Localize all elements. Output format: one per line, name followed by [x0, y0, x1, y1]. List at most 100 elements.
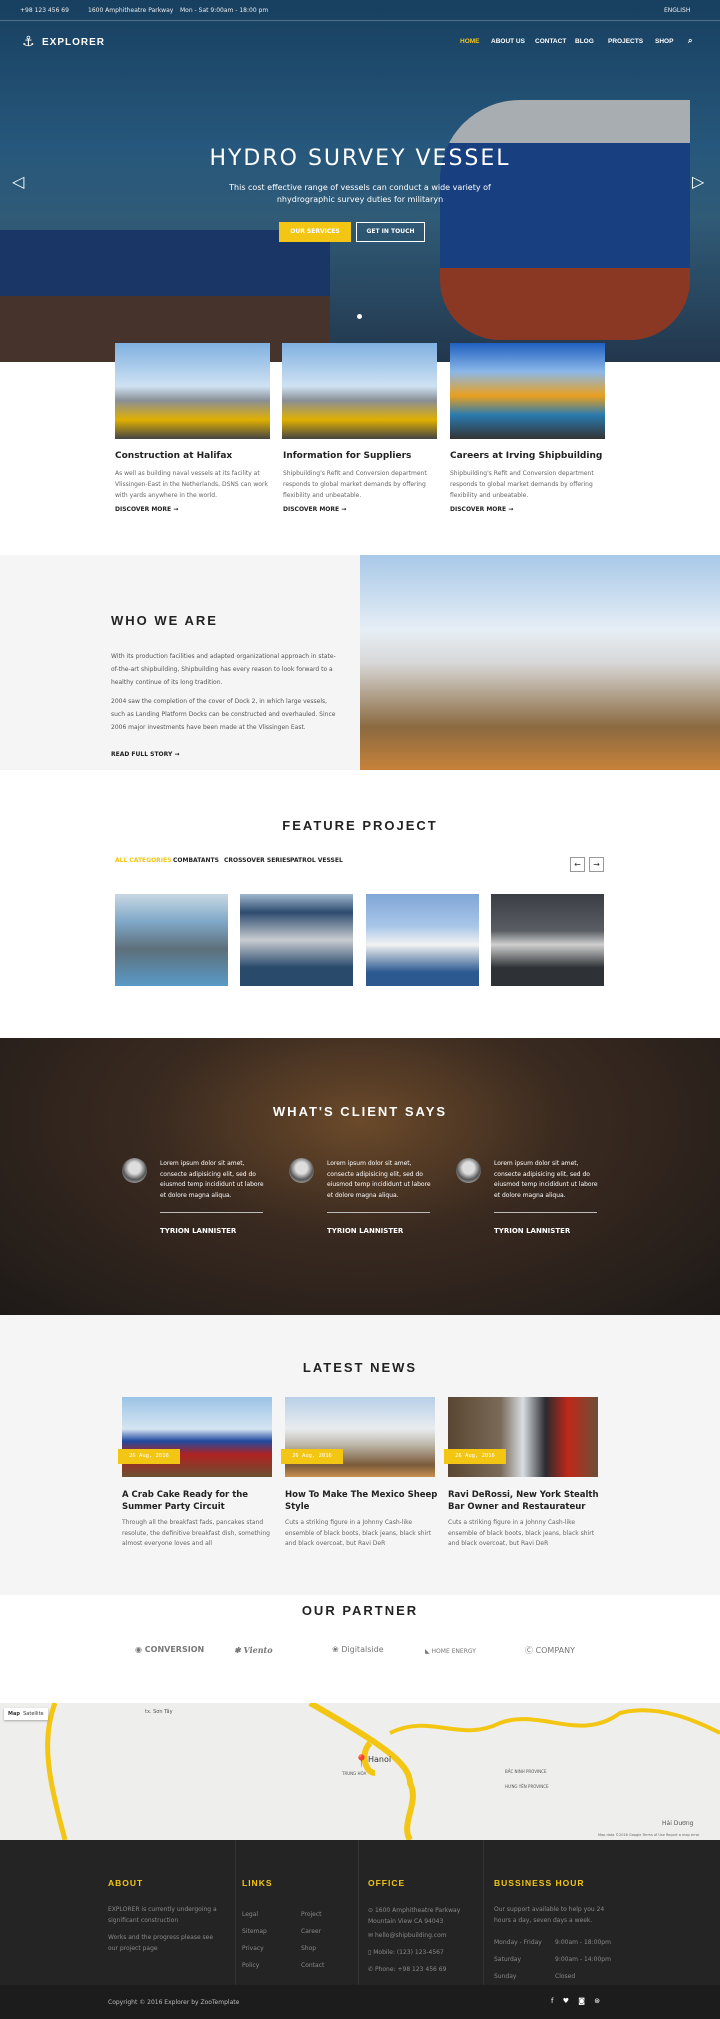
service-text: Shipbuilding's Refit and Conversion depa… — [450, 470, 594, 499]
about-paragraph: 2004 saw the completion of the cover of … — [111, 698, 336, 731]
footer-links-col1: Legal Sitemap Privacy Policy — [242, 1906, 267, 1974]
twitter-icon[interactable]: ♥ — [563, 1997, 569, 2005]
avatar — [456, 1158, 481, 1183]
project-image[interactable] — [115, 894, 228, 986]
service-image — [282, 343, 437, 439]
about-paragraph: With its production facilities and adapt… — [111, 653, 336, 686]
testimonial-name: TYRION LANNISTER — [494, 1227, 571, 1235]
tab-crossover-series[interactable]: CROSSOVER SERIES — [224, 857, 291, 864]
instagram-icon[interactable]: ◙ — [578, 1997, 585, 2005]
slide-dot[interactable] — [357, 314, 362, 319]
map-pin-icon[interactable]: 📍 — [354, 1754, 369, 1768]
footer-link[interactable]: Career — [301, 1923, 324, 1940]
footer-address: ⊙ 1600 Amphitheatre Parkway Mountain Vie… — [368, 1907, 461, 1925]
divider — [494, 1212, 597, 1213]
news-image[interactable] — [448, 1397, 598, 1477]
footer-phone: ✆ Phone: +98 123 456 69 — [368, 1966, 447, 1973]
tab-combatants[interactable]: COMBATANTS — [173, 857, 219, 864]
prev-slide-icon[interactable]: ◁ — [12, 172, 24, 191]
footer-link[interactable]: Sitemap — [242, 1923, 267, 1940]
news-excerpt: Cuts a striking figure in a Johnny Cash-… — [448, 1519, 595, 1547]
hero-slider: +98 123 456 69 1600 Amphitheatre Parkway… — [0, 0, 720, 362]
projects-title: FEATURE PROJECT — [282, 818, 438, 833]
footer-hours-title: BUSSINESS HOUR — [494, 1878, 585, 1888]
hours-days: Monday - Friday Saturday Sunday — [494, 1939, 542, 1980]
footer-link[interactable]: Contact — [301, 1957, 324, 1974]
discover-more-link[interactable]: DISCOVER MORE → — [115, 506, 178, 513]
footer-mobile: ▯ Mobile: (123) 123-4567 — [368, 1949, 444, 1956]
project-image[interactable] — [366, 894, 479, 986]
service-text: Shipbuilding's Refit and Conversion depa… — [283, 470, 427, 499]
footer-office-title: OFFICE — [368, 1878, 406, 1888]
get-in-touch-button[interactable]: GET IN TOUCH — [356, 222, 425, 242]
our-services-button[interactable]: OUR SERVICES — [279, 222, 351, 242]
map-attribution[interactable]: Map data ©2016 Google Terms of Use Repor… — [598, 1833, 699, 1837]
footer-links-col2: Project Career Shop Contact — [301, 1906, 324, 1974]
service-title: Careers at Irving Shipbuilding — [450, 451, 603, 461]
discover-more-link[interactable]: DISCOVER MORE → — [283, 506, 346, 513]
project-image[interactable] — [240, 894, 353, 986]
nav-shop[interactable]: SHOP — [655, 38, 673, 45]
copyright: Copyright © 2016 Explorer by ZooTemplate — [108, 1999, 240, 2006]
testimonial-name: TYRION LANNISTER — [327, 1227, 404, 1235]
main-nav: ⚓ EXPLORER HOME ABOUT US CONTACT BLOG PR… — [0, 34, 720, 54]
hero-title: HYDRO SURVEY VESSEL — [209, 146, 511, 171]
news-image[interactable] — [285, 1397, 435, 1477]
project-image[interactable] — [491, 894, 604, 986]
about-title: WHO WE ARE — [111, 613, 218, 628]
logo[interactable]: EXPLORER — [42, 37, 105, 48]
prev-arrow-button[interactable]: ← — [570, 857, 585, 872]
phone: +98 123 456 69 — [20, 7, 69, 14]
partner-logo-viento[interactable]: ✱ Viento — [234, 1645, 273, 1655]
testimonial-name: TYRION LANNISTER — [160, 1227, 237, 1235]
news-image[interactable] — [122, 1397, 272, 1477]
language-select[interactable]: ENGLISH — [664, 7, 690, 14]
service-image — [115, 343, 270, 439]
news-date: 26 Aug, 2016 — [444, 1449, 506, 1464]
nav-about[interactable]: ABOUT US — [491, 38, 525, 45]
search-icon[interactable]: ⌕ — [688, 36, 692, 46]
news-headline[interactable]: A Crab Cake Ready for the Summer Party C… — [122, 1489, 277, 1513]
tab-all-categories[interactable]: ALL CATEGORIES — [115, 857, 171, 864]
footer-link[interactable]: Privacy — [242, 1940, 267, 1957]
facebook-icon[interactable]: f — [551, 1997, 553, 2005]
map-label: HƯNG YÊN PROVINCE — [505, 1784, 549, 1789]
service-image — [450, 343, 605, 439]
anchor-logo-icon: ⚓ — [22, 34, 35, 50]
news-headline[interactable]: How To Make The Mexico Sheep Style — [285, 1489, 440, 1513]
footer-link[interactable]: Project — [301, 1906, 324, 1923]
dribbble-icon[interactable]: ⊛ — [594, 1997, 600, 2005]
service-text: As well as building naval vessels at its… — [115, 470, 268, 499]
footer-about-text: EXPLORER is currently undergoing a signi… — [108, 1906, 217, 1924]
footer-link[interactable]: Policy — [242, 1957, 267, 1974]
testimonial-text: Lorem ipsum dolor sit amet, consecte adi… — [494, 1160, 598, 1199]
read-full-story-link[interactable]: READ FULL STORY → — [111, 751, 179, 758]
nav-blog[interactable]: BLOG — [575, 38, 594, 45]
map[interactable]: Map Satellite tx. Sơn Tây 📍 Hanoi TRUNG … — [0, 1703, 720, 1840]
discover-more-link[interactable]: DISCOVER MORE → — [450, 506, 513, 513]
partner-logo-company[interactable]: Ⓒ COMPANY — [525, 1645, 575, 1656]
nav-contact[interactable]: CONTACT — [535, 38, 566, 45]
map-city-label: Hanoi — [368, 1755, 392, 1764]
map-label: tx. Sơn Tây — [145, 1709, 173, 1715]
partner-logo-home-energy[interactable]: ◣ HOME ENERGY — [425, 1648, 476, 1655]
service-title: Construction at Halifax — [115, 451, 233, 461]
news-headline[interactable]: Ravi DeRossi, New York Stealth Bar Owner… — [448, 1489, 603, 1513]
footer-link[interactable]: Legal — [242, 1906, 267, 1923]
tab-patrol-vessel[interactable]: PATROL VESSEL — [290, 857, 343, 864]
nav-projects[interactable]: PROJECTS — [608, 38, 643, 45]
next-slide-icon[interactable]: ▷ — [692, 172, 704, 191]
news-excerpt: Through all the breakfast fads, pancakes… — [122, 1519, 270, 1547]
partner-logo-digitalside[interactable]: ❀ Digitalside — [332, 1645, 384, 1654]
footer-link[interactable]: Shop — [301, 1940, 324, 1957]
footer-hours-text: Our support available to help you 24 hou… — [494, 1906, 605, 1924]
nav-home[interactable]: HOME — [460, 38, 480, 45]
map-type-control[interactable]: Map Satellite — [4, 1708, 48, 1720]
partner-logo-conversion[interactable]: ◉ CONVERSION — [135, 1645, 204, 1654]
service-title: Information for Suppliers — [283, 451, 412, 461]
next-arrow-button[interactable]: → — [589, 857, 604, 872]
testimonial-text: Lorem ipsum dolor sit amet, consecte adi… — [160, 1160, 264, 1199]
mail-icon: ✉ — [368, 1932, 374, 1939]
footer-email[interactable]: ✉ hello@shipbuilding.com — [368, 1930, 447, 1941]
social-icons: f ♥ ◙ ⊛ — [551, 1996, 600, 2007]
